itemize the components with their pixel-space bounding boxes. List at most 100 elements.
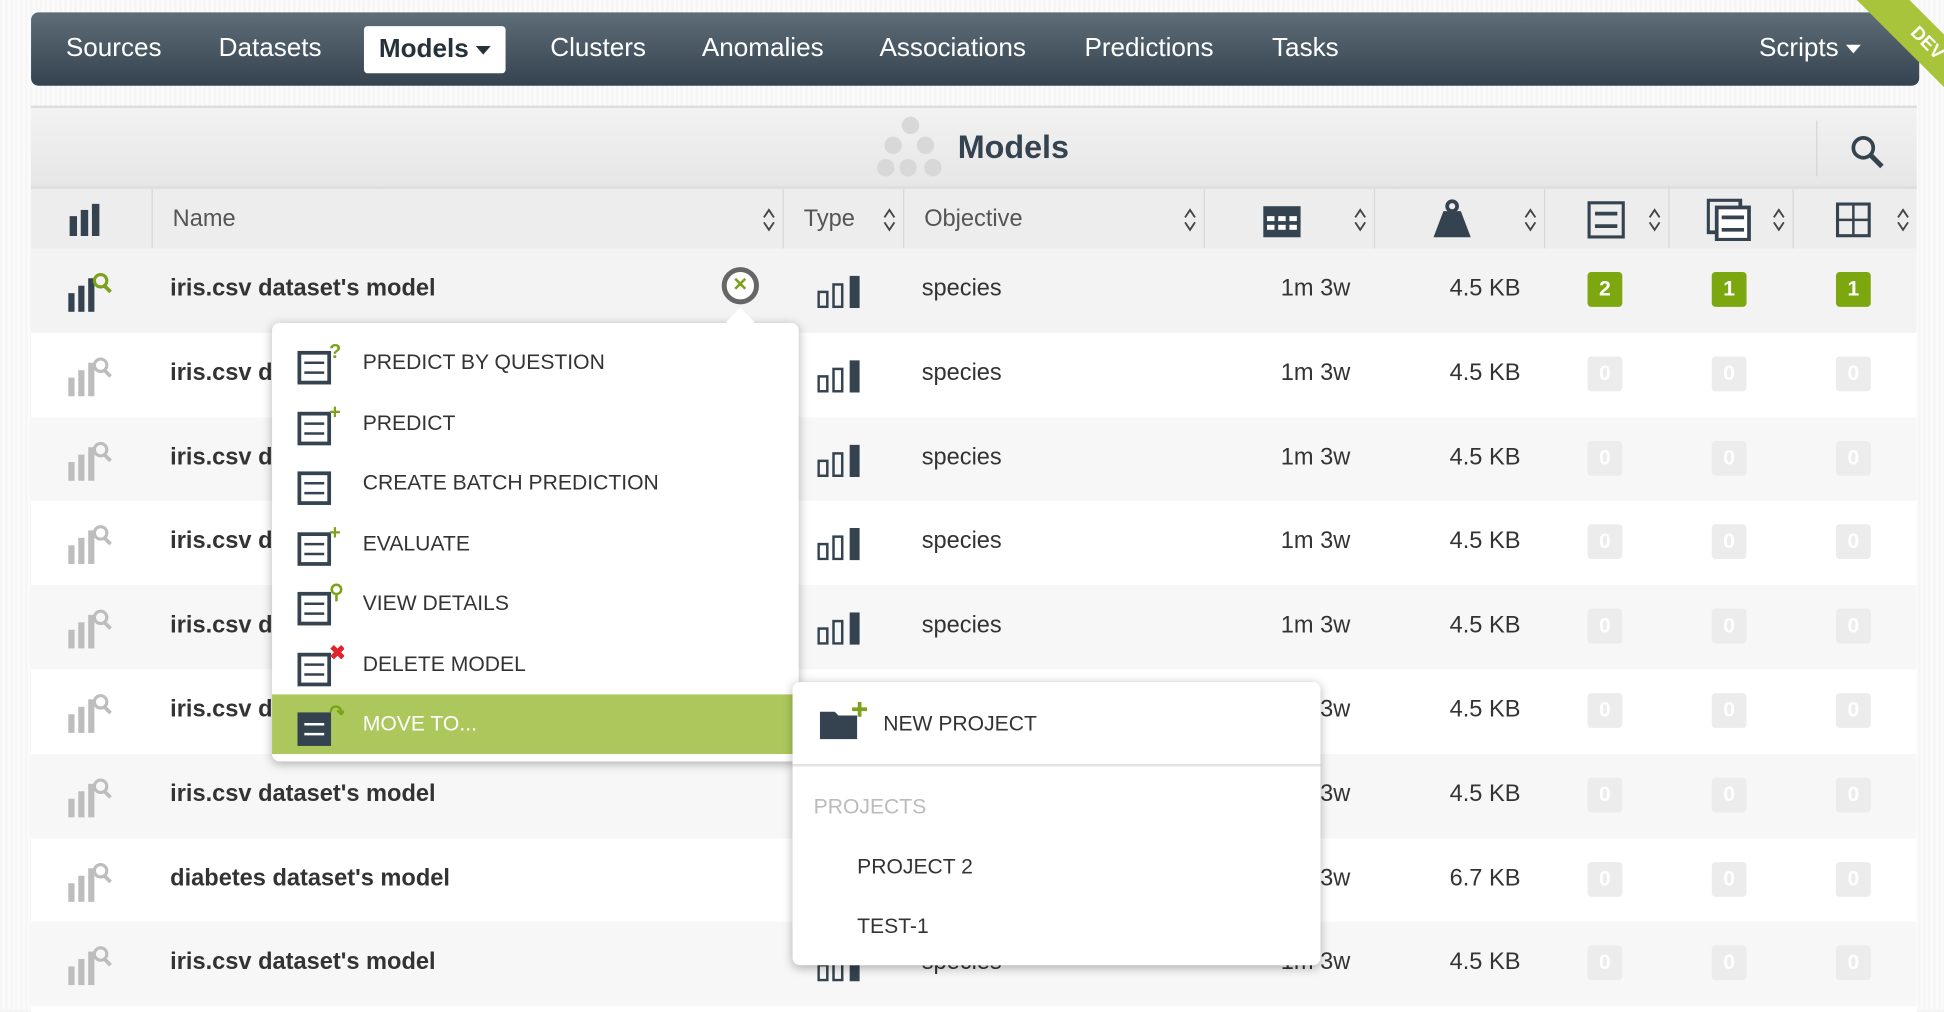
menu-item-predict-by-question[interactable]: ? PREDICT BY QUESTION bbox=[272, 333, 799, 393]
count-badge[interactable]: 0 bbox=[1711, 693, 1747, 728]
nav-clusters[interactable]: Clusters bbox=[550, 34, 646, 64]
count-badge[interactable]: 0 bbox=[1711, 777, 1747, 813]
svg-text:↷: ↷ bbox=[329, 702, 344, 724]
menu-item-move-to[interactable]: ↷ MOVE TO... bbox=[272, 694, 799, 755]
col-size[interactable] bbox=[1373, 188, 1544, 251]
count-badge[interactable]: 0 bbox=[1835, 777, 1871, 813]
nav-predictions[interactable]: Predictions bbox=[1084, 34, 1213, 64]
col-evaluations[interactable] bbox=[1792, 188, 1916, 251]
move-to-icon: ↷ bbox=[297, 702, 344, 746]
svg-text:⚲: ⚲ bbox=[329, 582, 344, 604]
col-objective[interactable]: Objective bbox=[903, 188, 1204, 251]
count-badge[interactable]: 0 bbox=[1587, 356, 1623, 392]
sort-icon bbox=[763, 208, 775, 232]
view-details-icon: ⚲ bbox=[297, 582, 344, 626]
batch-prediction-icon bbox=[297, 471, 332, 505]
page-title: Models bbox=[957, 127, 1070, 166]
nav-sources[interactable]: Sources bbox=[66, 34, 162, 64]
count-badge[interactable]: 0 bbox=[1835, 945, 1871, 981]
col-model-icon[interactable] bbox=[31, 189, 151, 251]
move-to-submenu: NEW PROJECT PROJECTS PROJECT 2 TEST-1 bbox=[792, 681, 1321, 966]
count-badge[interactable]: 0 bbox=[1711, 440, 1747, 476]
menu-item-evaluate[interactable]: + EVALUATE bbox=[272, 514, 799, 574]
nav-tasks[interactable]: Tasks bbox=[1272, 34, 1339, 64]
nav-models[interactable]: Models bbox=[363, 26, 507, 74]
objective-field: species bbox=[921, 359, 1002, 387]
objective-field: species bbox=[921, 444, 1002, 471]
evaluate-icon: + bbox=[297, 521, 341, 566]
count-badge[interactable]: 0 bbox=[1835, 861, 1871, 897]
model-name-link[interactable]: iris.csv dataset's model bbox=[170, 248, 435, 332]
age-value: 1m 3w bbox=[1280, 359, 1351, 387]
model-type-icon bbox=[817, 359, 860, 393]
menu-item-delete-model[interactable]: ✖ DELETE MODEL bbox=[272, 634, 799, 694]
project-item[interactable]: TEST-1 bbox=[857, 914, 929, 939]
objective-field: species bbox=[921, 528, 1002, 555]
count-badge[interactable]: 2 bbox=[1587, 272, 1623, 307]
search-button[interactable] bbox=[1816, 120, 1917, 177]
count-badge[interactable]: 0 bbox=[1835, 693, 1871, 728]
model-type-icon bbox=[817, 528, 860, 561]
size-value: 4.5 KB bbox=[1449, 444, 1521, 471]
svg-text:+: + bbox=[329, 401, 341, 423]
age-value: 1m 3w bbox=[1280, 444, 1351, 471]
count-badge[interactable]: 0 bbox=[1587, 440, 1623, 476]
count-badge[interactable]: 0 bbox=[1711, 356, 1747, 392]
menu-item-create-batch-prediction[interactable]: CREATE BATCH PREDICTION bbox=[272, 453, 799, 513]
count-badge[interactable]: 0 bbox=[1835, 608, 1871, 644]
nav-anomalies[interactable]: Anomalies bbox=[702, 34, 824, 64]
count-badge[interactable]: 0 bbox=[1587, 777, 1623, 813]
count-badge[interactable]: 0 bbox=[1587, 693, 1623, 728]
sort-icon bbox=[1897, 208, 1909, 232]
svg-text:?: ? bbox=[329, 341, 341, 363]
model-name-link[interactable]: diabetes dataset's model bbox=[170, 838, 450, 922]
count-badge[interactable]: 0 bbox=[1711, 945, 1747, 981]
menu-item-view-details[interactable]: ⚲ VIEW DETAILS bbox=[272, 574, 799, 634]
projects-section-label: PROJECTS bbox=[813, 795, 927, 819]
nav-datasets[interactable]: Datasets bbox=[219, 34, 322, 64]
project-item[interactable]: PROJECT 2 bbox=[857, 855, 973, 880]
new-folder-icon bbox=[819, 701, 868, 740]
delete-model-icon: ✖ bbox=[297, 642, 344, 686]
count-badge[interactable]: 0 bbox=[1711, 524, 1747, 560]
col-name[interactable]: Name bbox=[151, 188, 783, 251]
count-badge[interactable]: 1 bbox=[1711, 272, 1747, 307]
model-view-icon bbox=[68, 609, 112, 649]
count-badge[interactable]: 0 bbox=[1835, 440, 1871, 476]
count-badge[interactable]: 0 bbox=[1587, 861, 1623, 897]
model-tree-icon bbox=[876, 116, 942, 177]
new-project-item[interactable]: NEW PROJECT bbox=[792, 682, 1321, 767]
model-view-icon bbox=[68, 441, 112, 481]
count-badge[interactable]: 1 bbox=[1835, 272, 1871, 307]
count-badge[interactable]: 0 bbox=[1835, 356, 1871, 392]
sort-icon bbox=[1524, 208, 1537, 232]
model-name-link[interactable]: iris.csv dataset's model bbox=[170, 922, 435, 1006]
col-age[interactable] bbox=[1203, 188, 1374, 251]
count-badge[interactable]: 0 bbox=[1587, 608, 1623, 644]
batch-predictions-icon bbox=[1706, 198, 1751, 241]
model-view-icon bbox=[68, 525, 112, 565]
table-row[interactable]: iris.csv dataset's model species 1m 3w 4… bbox=[31, 248, 1917, 333]
count-badge[interactable]: 0 bbox=[1711, 861, 1747, 897]
model-type-icon bbox=[817, 444, 860, 477]
count-badge[interactable]: 0 bbox=[1835, 524, 1871, 560]
menu-item-label: CREATE BATCH PREDICTION bbox=[362, 470, 659, 495]
predict-icon: + bbox=[297, 401, 341, 445]
sort-icon bbox=[1354, 208, 1366, 232]
bar-chart-icon bbox=[69, 203, 100, 237]
close-menu-button[interactable]: ✕ bbox=[721, 267, 759, 305]
col-batch-predictions[interactable] bbox=[1668, 188, 1792, 251]
age-value: 1m 3w bbox=[1280, 275, 1351, 302]
count-badge[interactable]: 0 bbox=[1587, 945, 1623, 981]
nav-associations[interactable]: Associations bbox=[879, 34, 1025, 64]
menu-item-predict[interactable]: + PREDICT bbox=[272, 393, 799, 453]
search-icon bbox=[1851, 136, 1884, 169]
menu-item-label: VIEW DETAILS bbox=[362, 591, 510, 615]
nav-models-label: Models bbox=[378, 34, 469, 64]
col-type[interactable]: Type bbox=[782, 188, 903, 251]
model-view-icon bbox=[68, 946, 112, 986]
col-predictions[interactable] bbox=[1544, 188, 1668, 251]
count-badge[interactable]: 0 bbox=[1587, 524, 1623, 560]
model-name-link[interactable]: iris.csv dataset's model bbox=[170, 754, 435, 838]
count-badge[interactable]: 0 bbox=[1711, 608, 1747, 644]
